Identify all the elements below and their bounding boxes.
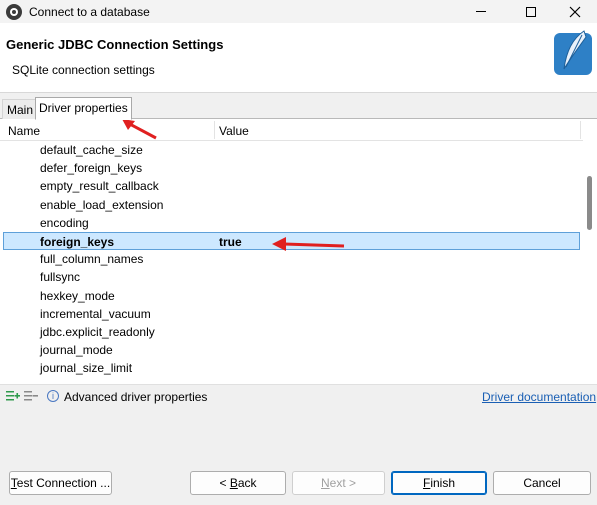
property-name: full_column_names — [40, 252, 144, 267]
minimize-icon[interactable] — [458, 0, 504, 23]
driver-documentation-link[interactable]: Driver documentation — [482, 390, 596, 404]
maximize-icon[interactable] — [508, 0, 554, 23]
table-row[interactable]: jdbc.explicit_readonly — [0, 323, 583, 341]
property-name: default_cache_size — [40, 143, 143, 157]
page-subtitle: SQLite connection settings — [12, 63, 155, 77]
property-name: journal_mode — [40, 343, 113, 358]
test-connection-label: est Connection ... — [16, 476, 111, 490]
vertical-scrollbar[interactable] — [583, 141, 597, 384]
scrollbar-thumb[interactable] — [587, 176, 592, 230]
next-button[interactable]: Next > — [292, 471, 385, 495]
table-row[interactable]: journal_mode — [0, 341, 583, 359]
finish-button[interactable]: Finish — [391, 471, 487, 495]
property-name: encoding — [40, 215, 89, 230]
property-name: enable_load_extension — [40, 197, 164, 212]
table-body: default_cache_size defer_foreign_keysempt… — [0, 141, 583, 377]
feather-icon — [554, 30, 592, 75]
info-icon: i — [47, 390, 59, 402]
tab-bar: Main Driver properties — [0, 97, 597, 120]
tab-driver-properties[interactable]: Driver properties — [35, 97, 132, 120]
table-row[interactable]: journal_size_limit — [0, 359, 583, 377]
table-row[interactable]: fullsync — [0, 268, 583, 286]
tab-main[interactable]: Main — [2, 99, 39, 119]
property-name: empty_result_callback — [40, 179, 159, 194]
table-row[interactable]: defer_foreign_keys — [0, 159, 583, 177]
annotation-arrow-row — [272, 237, 345, 251]
test-connection-button[interactable]: Test Connection ... — [9, 471, 112, 495]
advanced-properties-label: Advanced driver properties — [64, 390, 208, 404]
column-header-name[interactable]: Name — [8, 124, 40, 138]
property-name: journal_size_limit — [40, 361, 133, 376]
property-name: foreign_keys — [40, 234, 115, 249]
cancel-button[interactable]: Cancel — [493, 471, 591, 495]
table-row[interactable]: default_cache_size — [0, 141, 583, 159]
window-title: Connect to a database — [29, 4, 150, 19]
table-row[interactable]: encoding — [0, 214, 583, 232]
app-icon — [6, 3, 22, 20]
table-row[interactable]: incremental_vacuum — [0, 305, 583, 323]
remove-property-icon[interactable] — [24, 390, 38, 402]
property-name: hexkey_mode — [40, 288, 115, 303]
table-row[interactable]: hexkey_mode — [0, 287, 583, 305]
back-button[interactable]: < Back — [190, 471, 286, 495]
column-header-value[interactable]: Value — [219, 124, 249, 138]
properties-toolbar: i Advanced driver properties Driver docu… — [0, 384, 597, 408]
table-header: Name Value — [0, 119, 583, 141]
close-icon[interactable] — [552, 0, 597, 23]
property-name: fullsync — [40, 270, 81, 285]
property-name: defer_foreign_keys — [40, 161, 143, 176]
property-name: jdbc.explicit_readonly — [40, 324, 155, 339]
add-property-icon[interactable] — [6, 390, 20, 402]
page-title: Generic JDBC Connection Settings — [6, 37, 224, 52]
wizard-header: Generic JDBC Connection Settings SQLite … — [0, 23, 597, 93]
table-row[interactable]: enable_load_extension — [0, 196, 583, 214]
property-value[interactable]: true — [219, 235, 242, 249]
property-name: incremental_vacuum — [40, 306, 151, 321]
table-row[interactable]: empty_result_callback — [0, 177, 583, 195]
